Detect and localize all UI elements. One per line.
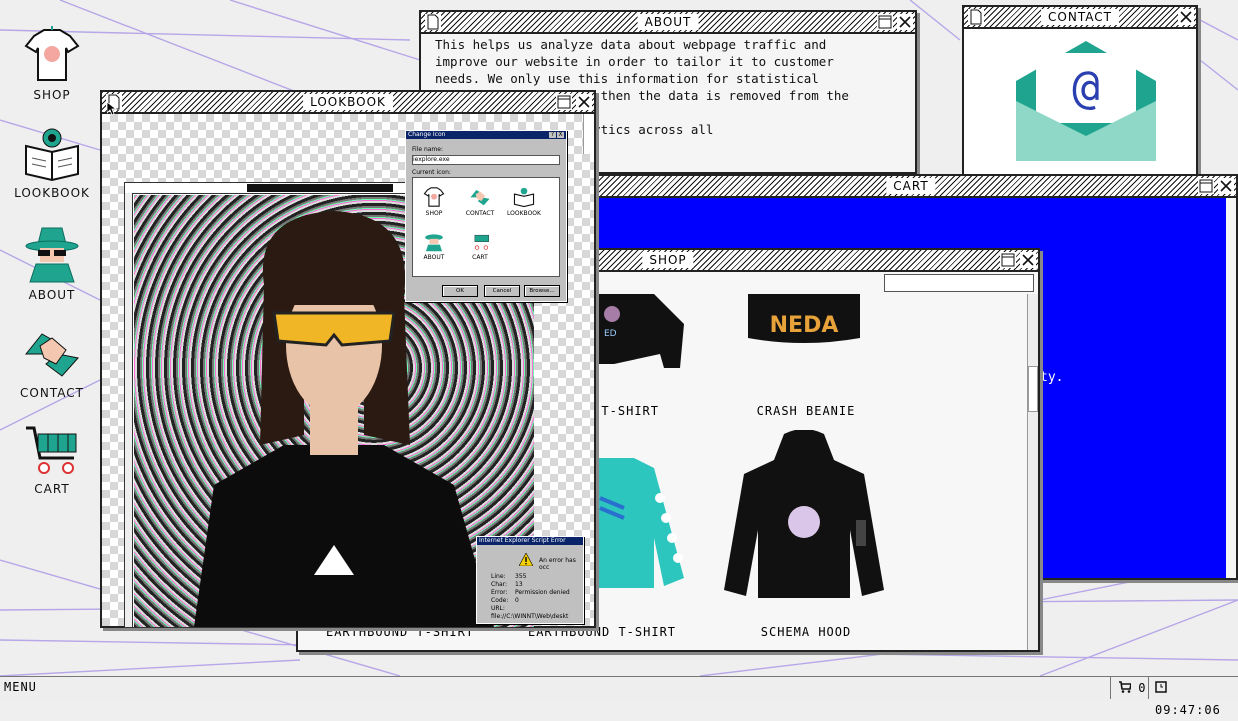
current-icon-label: Current icon: <box>412 169 451 176</box>
cart-text-fragment: ty. <box>1040 370 1064 385</box>
mouse-cursor-icon <box>107 102 117 116</box>
scrollbar-thumb[interactable] <box>1028 366 1038 412</box>
spy-icon <box>25 227 79 283</box>
picker-icon-lookbook[interactable]: LOOKBOOK <box>507 186 541 217</box>
desktop-icon-label: ABOUT <box>28 288 76 302</box>
email-envelope-icon[interactable]: @ <box>1016 41 1156 161</box>
ok-button[interactable]: OK <box>442 285 478 297</box>
desktop-icon-label: SHOP <box>33 88 71 102</box>
desktop-icon-contact[interactable]: CONTACT <box>12 324 92 400</box>
handshake-icon <box>24 333 79 377</box>
inner-scrollbar[interactable] <box>125 193 133 627</box>
desktop-icon-about[interactable]: ABOUT <box>12 224 92 302</box>
svg-text:ED: ED <box>604 329 617 339</box>
product-image-hoodie[interactable] <box>714 430 894 602</box>
product-name[interactable]: CRASH BEANIE <box>716 404 896 418</box>
desktop-icon-lookbook[interactable]: LOOKBOOK <box>12 126 92 200</box>
clock-time: 09:47:06 <box>1155 703 1221 717</box>
product-image-beanie[interactable]: NEDA <box>744 294 864 354</box>
picker-icon-about[interactable]: ABOUT <box>421 230 447 261</box>
error-details: Line: 355 Char: 13 Error: Permission denied… <box>491 573 570 620</box>
maximize-icon[interactable] <box>877 14 893 30</box>
desktop-icon-label: LOOKBOOK <box>14 186 90 200</box>
dialog-title: Change Icon <box>408 131 446 138</box>
cart-titlebar[interactable]: CART <box>586 176 1236 198</box>
picker-icon-shop[interactable]: SHOP <box>421 186 447 217</box>
close-icon[interactable] <box>1178 9 1194 25</box>
icon-picker-list[interactable]: SHOP CONTACT LOOKBOOK ABOUT CART <box>412 177 560 277</box>
taskbar: MENU 0 09:47:06 <box>0 676 1238 717</box>
taskbar-cart[interactable]: 0 <box>1110 677 1153 699</box>
desktop-icon-shop[interactable]: SHOP <box>12 26 92 102</box>
error-titlebar[interactable]: Internet Explorer Script Error <box>477 537 583 545</box>
product-image-teal-longsleeve[interactable] <box>594 458 694 598</box>
shop-scrollbar[interactable] <box>1027 294 1038 650</box>
close-icon[interactable] <box>897 14 913 30</box>
help-button[interactable]: ? <box>549 132 556 138</box>
lookbook-titlebar[interactable]: LOOKBOOK <box>102 92 594 114</box>
taskbar-clock: 09:47:06 <box>1148 677 1238 717</box>
cancel-button[interactable]: Cancel <box>484 285 520 297</box>
cart-icon <box>26 426 77 474</box>
maximize-icon[interactable] <box>1000 252 1016 268</box>
document-icon[interactable] <box>968 9 984 25</box>
document-icon[interactable] <box>425 14 441 30</box>
window-title: CONTACT <box>1041 9 1119 25</box>
error-message: An error has occ <box>539 557 576 571</box>
dialog-titlebar[interactable]: Change Icon ? X <box>406 131 566 139</box>
book-eye-icon <box>25 128 79 182</box>
product-image-sweatshirt[interactable]: ED <box>594 294 694 374</box>
ie-script-error-dialog[interactable]: Internet Explorer Script Error An error … <box>476 536 584 624</box>
picker-icon-contact[interactable]: CONTACT <box>465 186 495 217</box>
contact-window[interactable]: CONTACT @ <box>962 5 1198 177</box>
warning-icon <box>519 553 533 566</box>
file-name-label: File name: <box>412 146 443 153</box>
svg-text:@: @ <box>1072 60 1100 114</box>
menu-button[interactable]: MENU <box>4 680 37 694</box>
close-icon[interactable] <box>576 94 592 110</box>
desktop-icon-label: CART <box>34 482 70 496</box>
contact-titlebar[interactable]: CONTACT <box>964 7 1196 29</box>
picker-icon-cart[interactable]: CART <box>465 230 495 261</box>
clock-icon <box>1155 681 1167 693</box>
window-title: CART <box>886 178 936 194</box>
cart-count: 0 <box>1138 681 1146 695</box>
window-title: LOOKBOOK <box>303 94 393 110</box>
desktop-icon-label: CONTACT <box>20 386 84 400</box>
svg-text:NEDA: NEDA <box>770 313 839 338</box>
lookbook-scrollbar[interactable] <box>583 114 594 154</box>
product-name[interactable]: SCHEMA HOOD <box>716 625 896 639</box>
close-icon[interactable] <box>1218 178 1234 194</box>
maximize-icon[interactable] <box>556 94 572 110</box>
window-title: SHOP <box>642 252 694 268</box>
file-name-input[interactable]: iexplore.exe <box>412 155 560 165</box>
change-icon-dialog[interactable]: Change Icon ? X File name: iexplore.exe … <box>405 130 567 302</box>
about-titlebar[interactable]: ABOUT <box>421 12 915 34</box>
maximize-icon[interactable] <box>1198 178 1214 194</box>
browse-button[interactable]: Browse... <box>524 285 560 297</box>
close-button[interactable]: X <box>557 132 564 138</box>
window-title: ABOUT <box>637 14 699 30</box>
tshirt-icon <box>24 26 80 81</box>
desktop-icon-cart[interactable]: CART <box>12 422 92 496</box>
shop-search-input[interactable] <box>884 274 1034 292</box>
close-icon[interactable] <box>1020 252 1036 268</box>
cart-icon <box>1119 681 1132 693</box>
